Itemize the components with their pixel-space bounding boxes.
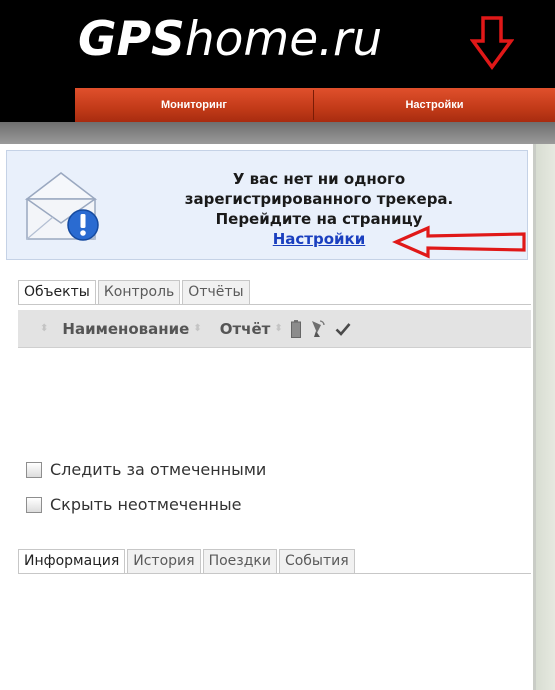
menu-monitoring[interactable]: Мониторинг [75,88,313,122]
tabs-baseline [18,573,531,574]
hide-unchecked-option[interactable]: Скрыть неотмеченные [26,495,241,514]
map-area[interactable] [536,144,555,690]
sort-icon: ⬍ [274,322,283,334]
envelope-alert-icon [24,172,99,241]
notice-line: У вас нет ни одного [232,170,406,188]
satellite-icon[interactable] [309,319,325,339]
logo-bold-part: GPS [78,12,185,67]
column-label: Отчёт [219,319,271,338]
tab-control[interactable]: Контроль [97,280,181,304]
follow-checked-label: Следить за отмеченными [50,460,267,479]
battery-icon[interactable] [290,319,301,338]
tab-events[interactable]: События [278,549,355,573]
sort-icon[interactable]: ⬍ [40,323,48,334]
logo-light-part: home.ru [184,12,383,67]
left-arrow-annotation-icon [392,225,526,259]
site-header: GPShome.ru Мониторинг Настройки [0,0,555,122]
down-arrow-annotation-icon [470,16,514,70]
tab-history[interactable]: История [127,549,201,573]
objects-table-header: ⬍ Наименование ⬍ Отчёт ⬍ [18,310,531,348]
tab-objects[interactable]: Объекты [18,280,96,304]
tab-reports[interactable]: Отчёты [182,280,250,304]
header-shadow-strip [0,122,555,144]
menu-settings[interactable]: Настройки [314,88,555,122]
tabs-baseline [18,304,531,305]
column-report-header[interactable]: Отчёт ⬍ [220,320,287,338]
column-label: Наименование [62,319,190,338]
objects-tabs: Объекты Контроль Отчёты [18,280,250,304]
column-name-header[interactable]: Наименование ⬍ [62,320,205,338]
hide-unchecked-label: Скрыть неотмеченные [50,495,242,514]
details-tabs: Информация История Поездки События [18,549,355,573]
notice-line: зарегистрированного трекера. [184,190,454,208]
main-menu: Мониторинг Настройки [75,88,555,122]
checkmark-icon[interactable] [335,321,351,337]
site-logo[interactable]: GPShome.ru [78,12,382,68]
tab-information[interactable]: Информация [18,549,126,573]
follow-checked-checkbox[interactable] [26,461,42,478]
tab-trips[interactable]: Поездки [202,549,277,573]
follow-checked-option[interactable]: Следить за отмеченными [26,460,266,479]
settings-link[interactable]: Настройки [273,230,366,248]
hide-unchecked-checkbox[interactable] [26,496,42,513]
sort-icon: ⬍ [193,322,202,334]
